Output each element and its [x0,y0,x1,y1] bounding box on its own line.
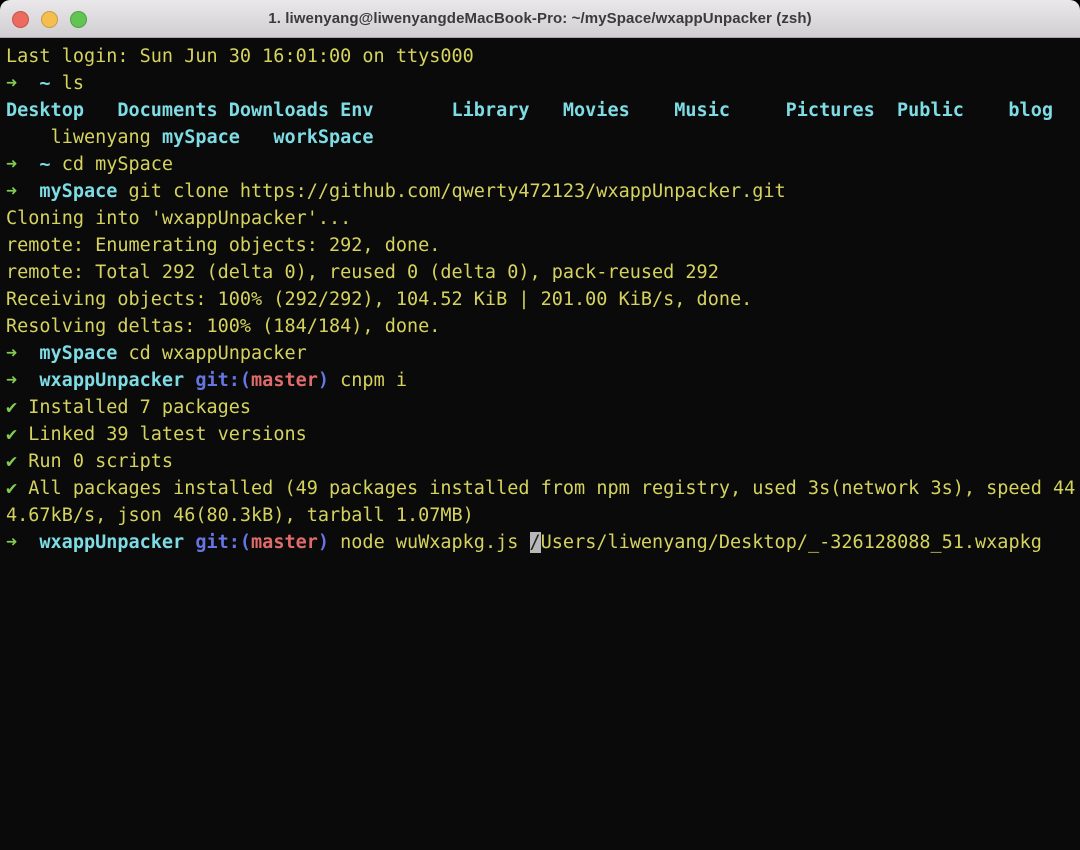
terminal-text: remote: Enumerating objects: 292, done. [6,235,440,256]
prompt-arrow-icon: ➜ [6,178,28,205]
terminal-text: cnpm i [340,370,407,391]
terminal-line: ➜ wxappUnpacker git:(master) node wuWxap… [6,529,1074,556]
terminal-text: Linked 39 latest versions [28,424,306,445]
text-cursor: / [530,532,541,553]
prompt-arrow-icon: ➜ [6,367,28,394]
terminal-line: ✔ Installed 7 packages [6,394,1074,421]
terminal-line: ➜ wxappUnpacker git:(master) cnpm i [6,367,1074,394]
terminal-text [117,181,128,202]
terminal-text: ) [318,532,329,553]
terminal-text: master [251,370,318,391]
terminal-text [17,478,28,499]
terminal-text [329,532,340,553]
terminal-text [28,73,39,94]
prompt-arrow-icon: ➜ [6,340,28,367]
window-titlebar[interactable]: 1. liwenyang@liwenyangdeMacBook-Pro: ~/m… [0,0,1080,38]
terminal-text: node wuWxapkg.js [340,532,529,553]
window-title: 1. liwenyang@liwenyangdeMacBook-Pro: ~/m… [0,10,1080,27]
terminal-text: All packages installed (49 packages inst… [28,478,1075,499]
terminal-text: cd wxappUnpacker [129,343,307,364]
terminal-line: Desktop Documents Downloads Env Library … [6,97,1074,124]
terminal-text [28,181,39,202]
terminal-text: Installed 7 packages [28,397,251,418]
terminal-window: 1. liwenyang@liwenyangdeMacBook-Pro: ~/m… [0,0,1080,850]
check-icon: ✔ [6,478,17,499]
terminal-line: ✔ All packages installed (49 packages in… [6,475,1074,502]
terminal-text [28,343,39,364]
check-icon: ✔ [6,451,17,472]
terminal-line: ➜ mySpace git clone https://github.com/q… [6,178,1074,205]
terminal-text: ~ [39,154,50,175]
terminal-line: Receiving objects: 100% (292/292), 104.5… [6,286,1074,313]
terminal-line: Last login: Sun Jun 30 16:01:00 on ttys0… [6,43,1074,70]
terminal-text [51,73,62,94]
terminal-text: ) [318,370,329,391]
terminal-text [117,343,128,364]
terminal-screen[interactable]: Last login: Sun Jun 30 16:01:00 on ttys0… [0,38,1080,850]
terminal-text: Cloning into 'wxappUnpacker'... [6,208,351,229]
prompt-arrow-icon: ➜ [6,151,28,178]
terminal-text [28,532,39,553]
terminal-text [17,451,28,472]
prompt-arrow-icon: ➜ [6,529,28,556]
terminal-text [151,127,162,148]
terminal-text: git:( [195,532,251,553]
terminal-text: ~ [39,73,50,94]
terminal-line: remote: Total 292 (delta 0), reused 0 (d… [6,259,1074,286]
terminal-text: Users/liwenyang/Desktop/_-326128088_51.w… [541,532,1042,553]
terminal-text: Desktop Documents Downloads Env Library … [6,100,1053,121]
terminal-text: git:( [195,370,251,391]
terminal-text: wxappUnpacker [39,370,184,391]
terminal-text [28,154,39,175]
check-icon: ✔ [6,397,17,418]
terminal-line: Resolving deltas: 100% (184/184), done. [6,313,1074,340]
terminal-line: ✔ Linked 39 latest versions [6,421,1074,448]
terminal-text: Receiving objects: 100% (292/292), 104.5… [6,289,752,310]
terminal-line: ✔ Run 0 scripts [6,448,1074,475]
terminal-text: liwenyang [6,127,151,148]
terminal-text: mySpace workSpace [162,127,374,148]
terminal-text: remote: Total 292 (delta 0), reused 0 (d… [6,262,719,283]
terminal-text [51,154,62,175]
terminal-text [184,532,195,553]
terminal-text [17,424,28,445]
terminal-text [329,370,340,391]
prompt-arrow-icon: ➜ [6,70,28,97]
terminal-text: Run 0 scripts [28,451,173,472]
terminal-line: ➜ ~ cd mySpace [6,151,1074,178]
terminal-text [28,370,39,391]
terminal-line: remote: Enumerating objects: 292, done. [6,232,1074,259]
terminal-text: mySpace [39,343,117,364]
terminal-text [184,370,195,391]
terminal-text: git clone https://github.com/qwerty47212… [129,181,786,202]
terminal-line: ➜ mySpace cd wxappUnpacker [6,340,1074,367]
terminal-line: 4.67kB/s, json 46(80.3kB), tarball 1.07M… [6,502,1074,529]
terminal-text: mySpace [39,181,117,202]
terminal-text: 4.67kB/s, json 46(80.3kB), tarball 1.07M… [6,505,474,526]
check-icon: ✔ [6,424,17,445]
terminal-text: cd mySpace [62,154,173,175]
terminal-text: Last login: Sun Jun 30 16:01:00 on ttys0… [6,46,474,67]
terminal-text: Resolving deltas: 100% (184/184), done. [6,316,440,337]
terminal-line: Cloning into 'wxappUnpacker'... [6,205,1074,232]
terminal-text: ls [62,73,84,94]
terminal-text: wxappUnpacker [39,532,184,553]
terminal-line: liwenyang mySpace workSpace [6,124,1074,151]
terminal-line: ➜ ~ ls [6,70,1074,97]
terminal-text: master [251,532,318,553]
terminal-text [17,397,28,418]
